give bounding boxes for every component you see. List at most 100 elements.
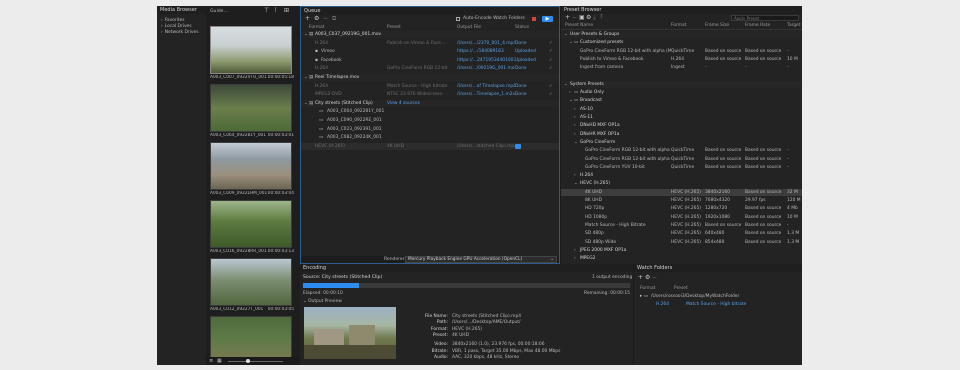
settings-icon[interactable]: ⚙ [314, 16, 319, 22]
chevron-down-icon[interactable]: ⌄ [569, 39, 573, 46]
preset-group-row[interactable]: ⌄ User Presets & Groups [561, 31, 802, 38]
preset-row[interactable]: HD 720p HEVC (H.265) 1280x720 Based on sour… [561, 205, 802, 212]
queue-group-row[interactable]: ⌄ ▤ City streets (Stitched Clip) View 4 sou… [301, 99, 559, 107]
preset-row[interactable]: 8K UHD HEVC (H.265) 7680x4320 29.97 fps 120 … [561, 197, 802, 204]
preset-settings-icon[interactable]: ⚙ [586, 15, 591, 21]
chevron-right-icon[interactable]: › [569, 89, 571, 96]
queue-group-row[interactable]: ⌄ ▤ Reel Timelapse.mov [301, 74, 559, 81]
renderer-select[interactable]: Mercury Playback Engine GPU Acceleration… [405, 256, 557, 263]
filter-icon[interactable]: ⊤ [264, 8, 269, 14]
watch-folders-tab[interactable]: Watch Folders [634, 264, 802, 272]
preset-link[interactable]: 4K UHD [387, 143, 453, 150]
queue-tab[interactable]: Queue [301, 7, 559, 15]
output-file-link[interactable]: https://…24719534401003 [457, 57, 515, 64]
preset-row[interactable]: Publish to Vimeo & Facebook H.264 Based on… [561, 56, 802, 63]
grid-view-icon[interactable]: ▦ [217, 358, 222, 364]
output-file-link[interactable]: /Users/…/2370_001_4.mp4 [457, 40, 515, 47]
output-file-link[interactable]: /Users/…/09219G_001.mov [457, 65, 515, 72]
watch-folder-row[interactable]: ▸ ▭ /Users/rossooi3/Desktop/MyWatchFolde… [634, 294, 802, 301]
preset-group-row[interactable]: ⌄ HEVC (H.265) [561, 180, 802, 187]
preset-group-row[interactable]: › DNxHR MXF OP1a [561, 131, 802, 138]
format-link[interactable]: H.264 [315, 40, 328, 47]
preset-row[interactable]: SD 480p HEVC (H.265) 640x480 Based on sourc… [561, 230, 802, 237]
chevron-right-icon[interactable]: › [574, 106, 576, 113]
auto-encode-checkbox[interactable] [456, 17, 460, 21]
output-file-link[interactable]: https://…/184089183 [457, 48, 515, 55]
preset-row[interactable]: SD 480p Wide HEVC (H.265) 854x480 Based on … [561, 239, 802, 246]
preset-row[interactable]: 4K UHD HEVC (H.265) 3840x2160 Based on sour… [561, 188, 802, 196]
media-browser-item[interactable]: › Network Drives [157, 30, 206, 36]
watch-output-row[interactable]: H.264 Match Source - High bitrate [634, 302, 802, 309]
chevron-right-icon[interactable]: › [574, 255, 576, 262]
preset-group-row[interactable]: › H.264 [561, 172, 802, 179]
queue-row[interactable]: ▭ A003_C082_09224K_001 [301, 134, 559, 141]
chevron-down-icon[interactable]: ⌄ [574, 180, 578, 187]
watch-preset-link[interactable]: Match Source - High bitrate [686, 302, 746, 307]
remove-preset-icon[interactable]: − [572, 15, 577, 21]
add-folder-icon[interactable]: + [638, 275, 643, 281]
format-link[interactable]: H.264 [315, 65, 328, 72]
watch-settings-icon[interactable]: ⚙ [645, 275, 650, 281]
watch-remove-icon[interactable]: − [652, 275, 657, 281]
add-source-icon[interactable]: + [305, 16, 310, 22]
queue-row[interactable]: MPEG2-DVD NTSC 23.976 Widescreen/Users/…T… [301, 91, 559, 98]
chevron-right-icon[interactable]: › [574, 247, 576, 254]
preset-row[interactable]: HD 1080p HEVC (H.265) 1920x1080 Based on so… [561, 214, 802, 221]
preset-row[interactable]: Match Source - High Bitrate HEVC (H.265) B… [561, 222, 802, 229]
chevron-right-icon[interactable]: › [574, 122, 576, 129]
format-link[interactable]: MPEG2-DVD [315, 91, 342, 98]
media-thumbnail[interactable] [210, 258, 292, 306]
queue-row[interactable]: ▪ Vimeo https://…/184089183 Uploaded ✓ [301, 48, 559, 55]
format-link[interactable]: HEVC (H.265) [315, 143, 345, 150]
chevron-right-icon[interactable]: › [574, 172, 576, 179]
output-file-link[interactable]: /Users/…of Timelapse.mp4 [457, 83, 515, 90]
preset-row[interactable]: GoPro CineForm RGB 12-bit with alpha Quic… [561, 147, 802, 154]
media-thumbnail[interactable] [210, 142, 292, 190]
export-icon[interactable]: ⤒ [600, 15, 603, 21]
media-browser-tab[interactable]: Media Browser [157, 6, 206, 14]
chevron-down-icon[interactable]: ⌄ [569, 97, 573, 104]
preset-link[interactable]: Match Source - High bitrate [387, 83, 453, 90]
preset-group-row[interactable]: ⌄ ▭ Customized presets [561, 39, 802, 46]
new-group-icon[interactable]: ▣ [579, 15, 585, 21]
list-view-icon[interactable]: ≡ [209, 358, 213, 364]
preset-group-row[interactable]: › DNxHD MXF OP1a [561, 122, 802, 129]
preset-group-row[interactable]: ⌄ GoPro CineForm [561, 139, 802, 146]
encoding-tab[interactable]: Encoding [300, 264, 633, 272]
preset-browser-tab[interactable]: Preset Browser [561, 6, 802, 14]
queue-row[interactable]: HEVC (H.265) 4K UHD/Users/…stitched Clip)… [301, 142, 559, 150]
view-sources-link[interactable]: View 4 sources [387, 100, 420, 107]
start-queue-button[interactable]: ▶ [542, 16, 553, 22]
queue-row[interactable]: ▭ A003_C023_092391_001 [301, 126, 559, 133]
apply-preset-field[interactable] [731, 15, 799, 21]
chevron-right-icon[interactable]: › [574, 131, 576, 138]
zoom-slider[interactable] [228, 361, 283, 362]
queue-row[interactable]: H.264 Match Source - High bitrate/Users/…… [301, 83, 559, 90]
media-thumbnail[interactable] [210, 200, 292, 248]
output-file-link[interactable]: /Users/…stitched Clip).mp4 [457, 143, 515, 150]
preset-group-row[interactable]: › AS-11 [561, 114, 802, 121]
import-icon[interactable]: ⤓ [593, 15, 596, 21]
queue-row[interactable]: H.264 Publish on Vimeo & Face… /Users/…/23… [301, 40, 559, 47]
preset-group-row[interactable]: ⌄ System Presets [561, 80, 802, 88]
preset-group-row[interactable]: › MPEG2 [561, 255, 802, 262]
preset-row[interactable]: GoPro CineForm RGB 12-bit with alpha Quic… [561, 156, 802, 163]
filter-options-icon[interactable]: ⊺ [274, 8, 277, 14]
queue-row[interactable]: ▭ A003_C090_0922RE_001 [301, 117, 559, 124]
media-thumbnail[interactable] [210, 84, 292, 132]
output-file-link[interactable]: /Users/…Timelapse_1.m2v [457, 91, 515, 98]
preset-link[interactable]: Publish on Vimeo & Face… [387, 40, 453, 47]
duplicate-icon[interactable]: ⧉ [332, 16, 336, 22]
preset-link[interactable]: GoPro CineForm RGB 12-bit [387, 65, 453, 72]
output-preview-toggle[interactable]: ⌄ Output Preview [303, 299, 342, 304]
chevron-right-icon[interactable]: › [574, 114, 576, 121]
add-preset-icon[interactable]: + [565, 15, 570, 21]
watch-format-link[interactable]: H.264 [656, 302, 669, 307]
chevron-down-icon[interactable]: ⌄ [564, 81, 568, 88]
zoom-slider-handle[interactable] [246, 359, 250, 363]
media-thumbnail[interactable] [210, 26, 292, 74]
format-link[interactable]: H.264 [315, 83, 328, 90]
preset-row[interactable]: GoPro CineForm YUV 10-bit QuickTime Based … [561, 164, 802, 171]
chevron-down-icon[interactable]: ⌄ [574, 139, 578, 146]
queue-row[interactable]: ▭ A003_C064_092281Y_001 [301, 108, 559, 115]
